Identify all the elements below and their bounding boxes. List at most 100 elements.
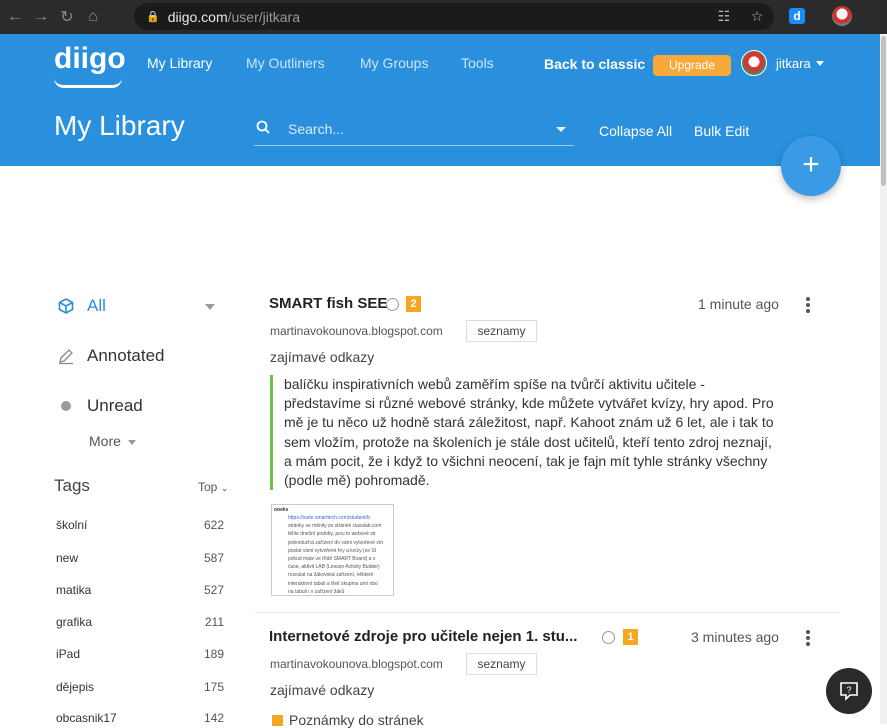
tag-name: new — [56, 551, 79, 565]
url-path: /user/jitkara — [227, 8, 300, 25]
tag-row[interactable]: obcasnik17 142 — [56, 711, 224, 725]
bookmark-domain[interactable]: martinavokounova.blogspot.com — [270, 324, 443, 338]
bookmark-title[interactable]: SMART fish SEE — [269, 295, 387, 312]
tag-name: matika — [56, 583, 92, 597]
tag-row[interactable]: iPad 189 — [56, 647, 224, 661]
tag-row[interactable]: new 587 — [56, 551, 224, 565]
chevron-down-icon[interactable] — [816, 61, 824, 66]
filter-all-label: All — [87, 296, 106, 315]
more-options-icon[interactable] — [806, 297, 810, 315]
back-to-classic-link[interactable]: Back to classic — [544, 56, 645, 72]
bookmark-title[interactable]: Internetové zdroje pro učitele nejen 1. … — [269, 628, 577, 645]
bookmark-description: zajímavé odkazy — [270, 682, 375, 698]
highlight-line: (podle mě) pohromadě. — [284, 472, 430, 489]
tag-count: 527 — [203, 583, 224, 597]
nav-my-groups[interactable]: My Groups — [360, 55, 428, 71]
search-input[interactable]: Search... — [254, 114, 574, 146]
item-divider — [255, 612, 840, 613]
tag-count: 622 — [203, 518, 224, 532]
note-text[interactable]: Poznámky do stránek — [289, 712, 424, 728]
more-options-icon[interactable] — [806, 630, 810, 648]
profile-icon[interactable] — [832, 6, 852, 26]
nav-my-library[interactable]: My Library — [147, 55, 212, 71]
cube-icon — [57, 297, 75, 315]
thumb-line: stránky se měnily ze stránek classlab.co… — [288, 523, 382, 530]
nav-tools[interactable]: Tools — [461, 55, 494, 71]
username[interactable]: jitkara — [776, 56, 811, 71]
thumb-header: ooeks — [274, 507, 289, 513]
thumb-line: rozeslat na žákovská zařízení, některé — [288, 572, 374, 579]
avatar[interactable] — [741, 50, 767, 76]
home-icon[interactable]: ⌂ — [82, 6, 104, 28]
annotation-count-badge[interactable]: 2 — [406, 296, 421, 312]
thumb-line: pokud máte ve třídě SMART Board) a s — [288, 556, 376, 563]
tag-name: dějepis — [56, 680, 95, 694]
search-placeholder: Search... — [288, 121, 345, 137]
note-icon — [272, 715, 283, 726]
logo-swoosh — [54, 78, 122, 88]
thumb-line: poslat vámi vytvořené hry a kvízy (ze SI — [288, 547, 377, 554]
filter-annotated-label: Annotated — [87, 346, 165, 365]
bookmark-tag[interactable]: seznamy — [466, 320, 537, 342]
star-icon[interactable]: ☆ — [749, 8, 765, 24]
tag-name: obcasnik17 — [56, 711, 117, 725]
bookmark-description: zajímavé odkazy — [270, 349, 375, 365]
highlight-line: sem vložím, protože na školeních je stál… — [284, 433, 772, 450]
back-icon[interactable]: ← — [4, 6, 26, 28]
filter-unread[interactable]: Unread — [57, 396, 143, 416]
tag-count: 211 — [204, 615, 224, 629]
bookmark-domain[interactable]: martinavokounova.blogspot.com — [270, 657, 443, 671]
svg-text:?: ? — [846, 685, 851, 695]
tags-sort-dropdown[interactable]: Top ⌄ — [198, 480, 228, 494]
add-bookmark-button[interactable]: + — [781, 136, 841, 196]
page-thumbnail[interactable]: ooeks https://suite.smarttech.com/studen… — [271, 504, 394, 596]
highlight-line: představíme si různé webové stránky, kde… — [284, 395, 774, 412]
globe-icon[interactable] — [602, 631, 615, 644]
extension-icon[interactable]: d — [789, 8, 805, 24]
highlight-quote[interactable]: balíčku inspirativních webů zaměřím spíš… — [270, 375, 780, 491]
tag-row[interactable]: školní 622 — [56, 518, 224, 532]
more-filters-button[interactable]: More — [89, 433, 121, 449]
address-bar[interactable]: 🔒 diigo.com/user/jitkara — [134, 3, 774, 30]
tag-name: iPad — [56, 647, 81, 661]
annotation-count-badge[interactable]: 1 — [623, 629, 638, 645]
thumb-line: téhle dnešní podoby, jsou to webové str — [288, 531, 376, 538]
thumb-text: https://suite.smarttech.com/student/lc s… — [288, 514, 393, 595]
chevron-down-icon[interactable] — [128, 440, 136, 445]
upgrade-button[interactable]: Upgrade — [653, 55, 731, 76]
page-title: My Library — [54, 110, 185, 141]
globe-icon[interactable] — [386, 298, 399, 311]
tag-count: 587 — [203, 551, 224, 565]
tags-sort-label: Top — [198, 480, 218, 494]
chevron-down-icon[interactable] — [205, 304, 215, 310]
filter-all[interactable]: All — [57, 296, 106, 316]
bookmark-time: 3 minutes ago — [691, 629, 779, 645]
thumb-line: interaktivní tabuli a třetí skupina umí … — [288, 580, 378, 587]
diigo-logo[interactable]: diigo — [54, 42, 126, 76]
search-options-caret-icon[interactable] — [556, 127, 566, 132]
collapse-all-button[interactable]: Collapse All — [599, 123, 672, 139]
search-icon — [256, 120, 270, 134]
thumb-line: na tabuli i v zařízení žáků — [288, 588, 345, 595]
filter-annotated[interactable]: Annotated — [57, 346, 165, 366]
filter-unread-label: Unread — [87, 396, 143, 415]
bulk-edit-button[interactable]: Bulk Edit — [694, 123, 749, 139]
tag-count: 142 — [203, 711, 224, 725]
nav-my-outliners[interactable]: My Outliners — [246, 55, 325, 71]
highlight-line: a mám pocit, že i když to všichni neocen… — [284, 452, 768, 469]
translate-icon[interactable]: ☷ — [716, 8, 732, 24]
bookmark-tag[interactable]: seznamy — [466, 653, 537, 675]
lock-icon: 🔒 — [146, 11, 160, 23]
chat-button[interactable]: ? — [826, 668, 872, 714]
chevron-down-icon: ⌄ — [220, 483, 229, 493]
tag-count: 189 — [203, 647, 224, 661]
thumb-line: jednoduchá zařízení do vámi vytvořené vi… — [288, 539, 384, 546]
scrollbar-thumb[interactable] — [881, 36, 886, 186]
reload-icon[interactable]: ↻ — [56, 6, 78, 28]
highlight-line: balíčku inspirativních webů zaměřím spíš… — [284, 376, 705, 392]
tag-row[interactable]: dějepis 175 — [56, 680, 224, 694]
dot-icon — [57, 397, 75, 415]
tag-row[interactable]: grafika 211 — [56, 615, 224, 629]
forward-icon[interactable]: → — [30, 6, 52, 28]
tag-row[interactable]: matika 527 — [56, 583, 224, 597]
